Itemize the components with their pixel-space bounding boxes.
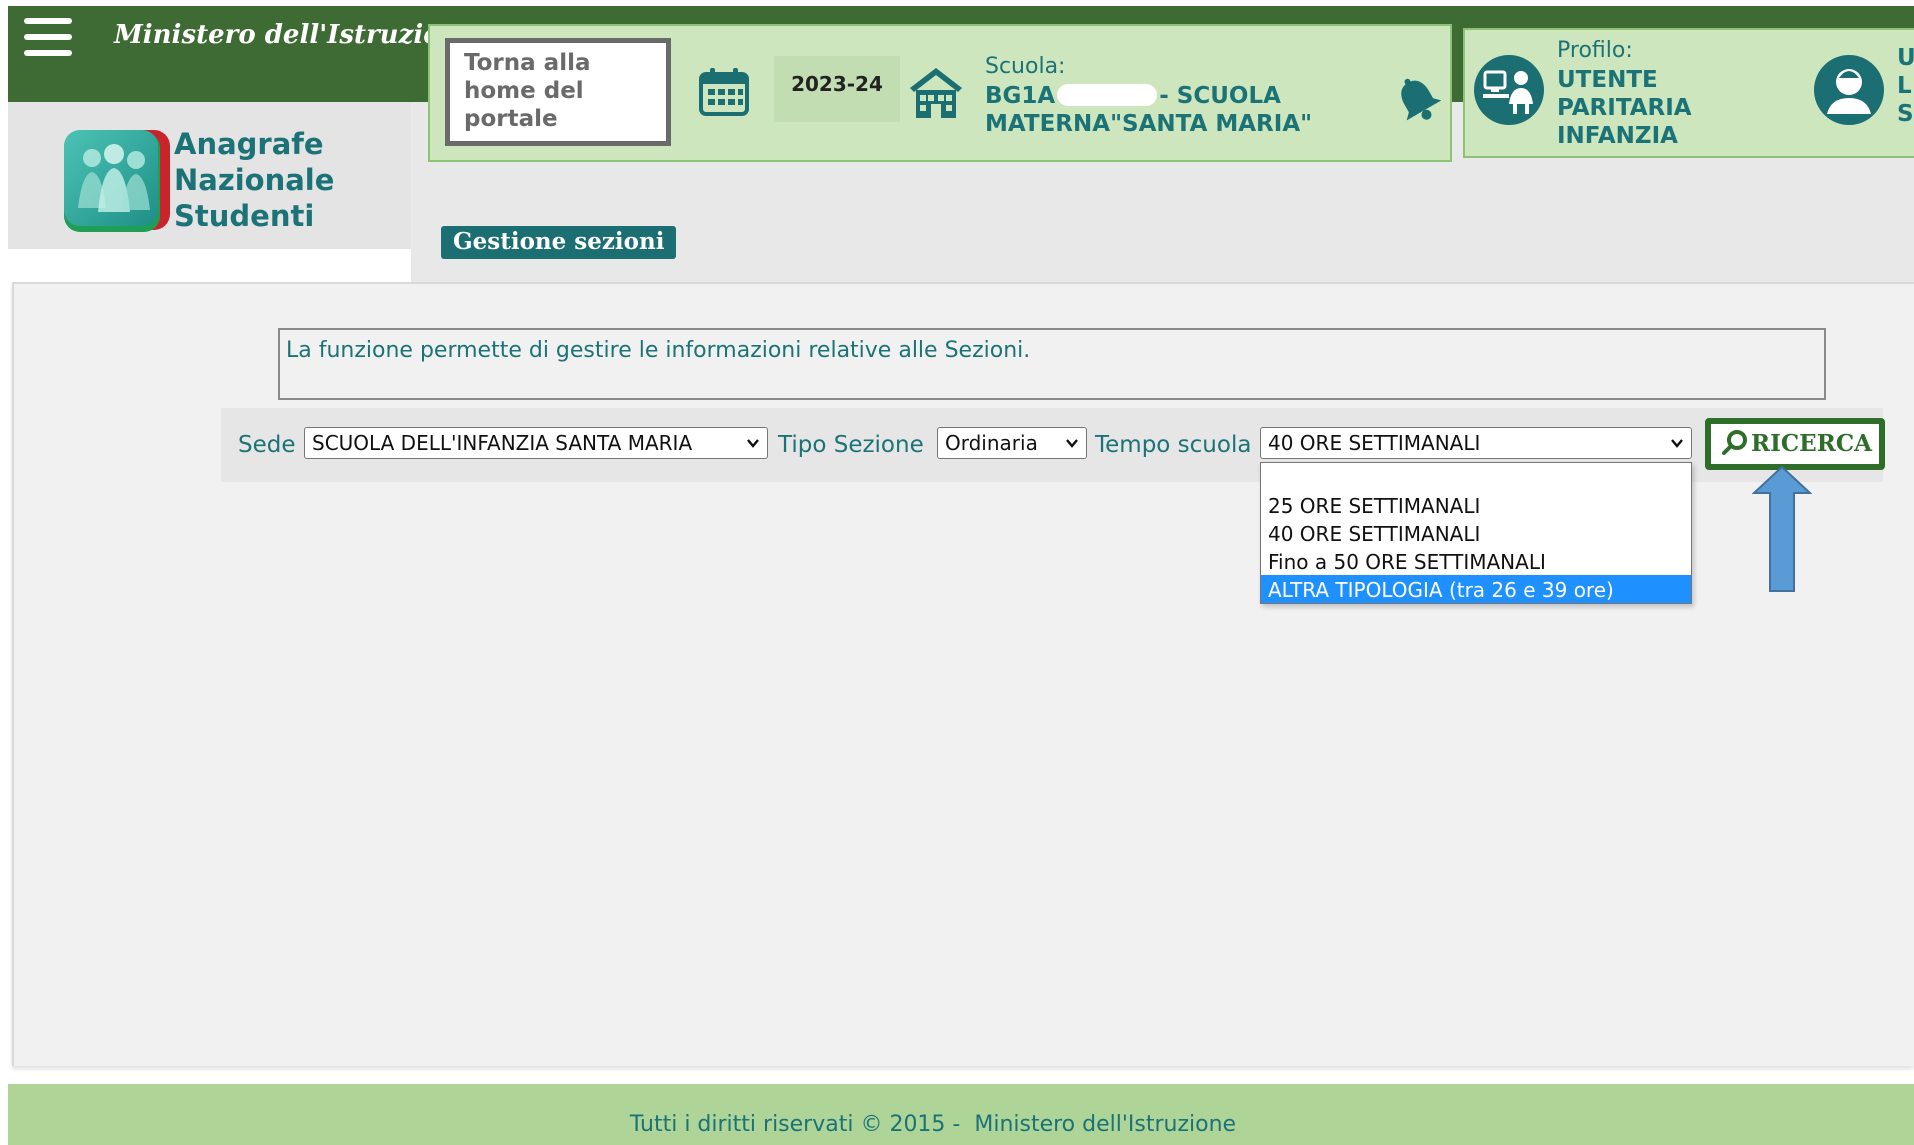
user-name-line-3: S: [1897, 101, 1914, 127]
profile-panel: Profilo: UTENTE PARITARIA INFANZIA U L S: [1463, 28, 1914, 158]
home-portal-button-line-3: portale: [464, 106, 558, 132]
magnifier-icon: [1722, 430, 1747, 455]
dropdown-option-fino-50-ore[interactable]: Fino a 50 ORE SETTIMANALI: [1261, 547, 1691, 575]
profile-value: UTENTE PARITARIA INFANZIA: [1557, 67, 1692, 149]
bell-icon[interactable]: [1390, 74, 1446, 126]
app-name-line-2: Nazionale: [174, 163, 335, 197]
tempo-scuola-select[interactable]: 40 ORE SETTIMANALI: [1260, 427, 1692, 459]
home-portal-button-line-2: home del: [464, 78, 584, 104]
profile-desk-icon: [1474, 55, 1544, 125]
chevron-down-icon: [747, 439, 759, 448]
ministry-title: Ministero dell'Istruzione: [114, 20, 476, 50]
user-name-line-1: U: [1897, 45, 1914, 71]
dropdown-option-altra-tipologia[interactable]: ALTRA TIPOLOGIA (tra 26 e 39 ore): [1261, 575, 1691, 603]
description-box: La funzione permette di gestire le infor…: [278, 328, 1826, 400]
school-name: BG1A - SCUOLA MATERNA"SANTA MARIA": [985, 82, 1405, 138]
school-code-prefix: BG1A: [985, 83, 1056, 109]
tipo-sezione-label: Tipo Sezione: [778, 432, 924, 458]
calendar-icon: [699, 68, 749, 116]
search-form: Sede SCUOLA DELL'INFANZIA SANTA MARIA Ti…: [221, 408, 1885, 604]
footer-copyright: Tutti i diritti riservati © 2015 - Minis…: [629, 1112, 1237, 1137]
tempo-scuola-select-value: 40 ORE SETTIMANALI: [1268, 431, 1481, 455]
user-avatar-icon[interactable]: [1813, 54, 1885, 126]
tempo-scuola-label: Tempo scuola: [1095, 432, 1252, 458]
sede-label: Sede: [238, 432, 296, 458]
search-button[interactable]: RICERCA: [1705, 418, 1885, 470]
main-content: La funzione permette di gestire le infor…: [12, 282, 1914, 1066]
search-button-label: RICERCA: [1751, 430, 1872, 457]
school-info-panel: Torna alla home del portale 2023-24 Scuo…: [428, 24, 1452, 162]
chevron-down-icon: [1066, 439, 1078, 448]
redacted-block: [1057, 84, 1158, 106]
user-name-line-2: L: [1897, 73, 1912, 99]
sede-select[interactable]: SCUOLA DELL'INFANZIA SANTA MARIA: [304, 427, 768, 459]
chevron-down-icon: [1671, 439, 1683, 448]
sede-select-value: SCUOLA DELL'INFANZIA SANTA MARIA: [312, 431, 693, 455]
page-title: Gestione sezioni: [441, 226, 677, 259]
anagrafe-logo-icon: [64, 130, 170, 232]
app-name-line-1: Anagrafe: [174, 127, 324, 161]
tipo-sezione-select-value: Ordinaria: [945, 431, 1038, 455]
profile-label: Profilo:: [1557, 38, 1633, 63]
hamburger-menu-icon[interactable]: [24, 18, 72, 56]
app-name: Anagrafe Nazionale Studenti: [174, 126, 334, 234]
school-building-icon: [910, 68, 962, 118]
tempo-scuola-dropdown: 25 ORE SETTIMANALI 40 ORE SETTIMANALI Fi…: [1260, 462, 1692, 604]
home-portal-button-line-1: Torna alla: [464, 50, 591, 76]
app-name-line-3: Studenti: [174, 199, 315, 233]
tipo-sezione-select[interactable]: Ordinaria: [937, 427, 1087, 459]
blue-up-arrow-icon: [1752, 465, 1812, 592]
dropdown-option-40-ore[interactable]: 40 ORE SETTIMANALI: [1261, 519, 1691, 547]
footer: Tutti i diritti riservati © 2015 - Minis…: [8, 1084, 1914, 1145]
school-year-selector[interactable]: 2023-24: [774, 56, 900, 122]
school-label: Scuola:: [985, 54, 1066, 79]
app-logo-area[interactable]: Anagrafe Nazionale Studenti: [8, 102, 411, 249]
home-portal-button[interactable]: Torna alla home del portale: [445, 38, 671, 146]
dropdown-option-25-ore[interactable]: 25 ORE SETTIMANALI: [1261, 491, 1691, 519]
user-name-truncated: U L S: [1897, 44, 1914, 128]
